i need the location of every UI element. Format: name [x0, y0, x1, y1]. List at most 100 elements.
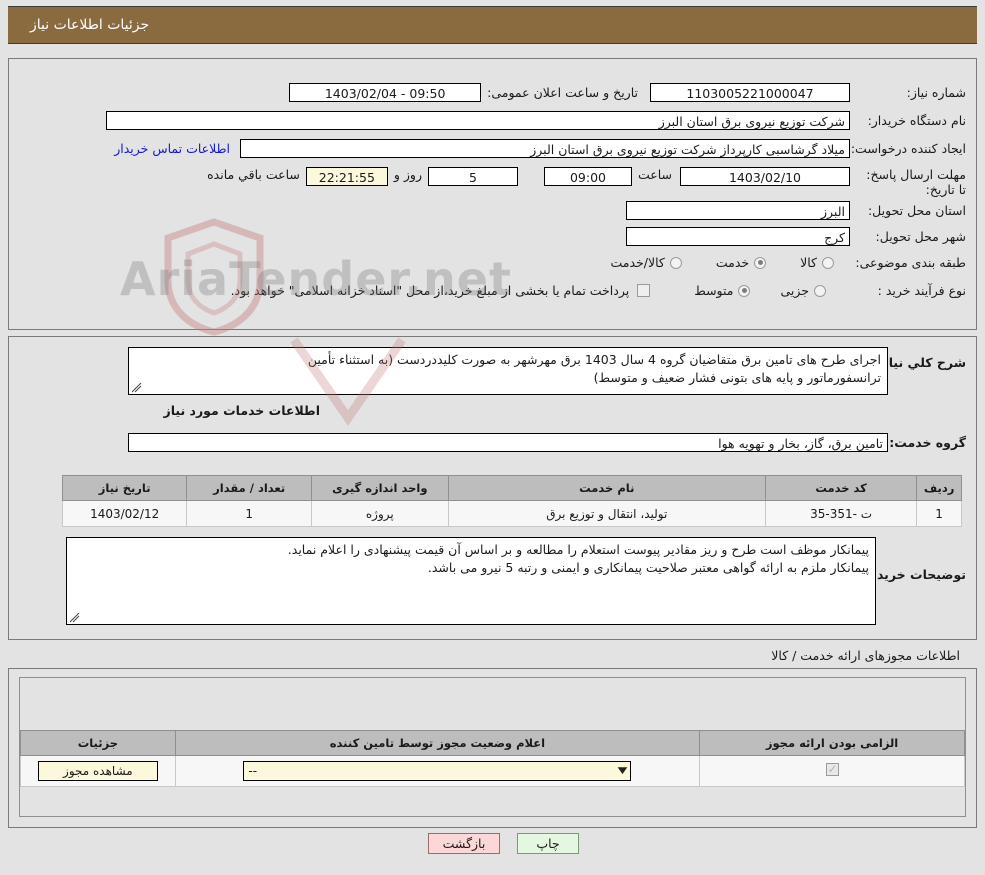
col-permit-details: جزئیات	[20, 730, 176, 756]
summary-line-2: ترانسفورماتور و پایه های بتونی فشار ضعیف…	[593, 370, 881, 385]
radio-icon[interactable]	[814, 284, 826, 297]
service-group-value[interactable]: تامین برق، گاز، بخار و تهویه هوا	[128, 433, 888, 452]
permits-panel: الزامی بودن ارائه مجوز اعلام وضعیت مجوز …	[8, 668, 977, 828]
buyer-notes-line-1: پیمانکار موظف است طرح و ریز مقادیر پیوست…	[287, 542, 869, 557]
public-announce-label: تاریخ و ساعت اعلان عمومی:	[487, 85, 638, 100]
col-row: ردیف	[916, 475, 962, 501]
print-button[interactable]: چاپ	[517, 833, 579, 854]
field-public-announcement: تاریخ و ساعت اعلان عمومی: 09:50 - 1403/0…	[289, 83, 638, 102]
table-header-row: الزامی بودن ارائه مجوز اعلام وضعیت مجوز …	[20, 730, 965, 756]
radio-category-kala-khedmat[interactable]: کالا/خدمت	[610, 255, 682, 270]
field-buyer-notes: توضیحات خریدار: پیمانکار موظف است طرح و …	[66, 537, 966, 625]
resize-grip-icon[interactable]	[70, 613, 80, 623]
field-deadline: مهلت ارسال پاسخ: تا تاریخ: 1403/02/10 سا…	[207, 167, 966, 197]
col-unit: واحد اندازه گیری	[311, 475, 449, 501]
table-header-row: ردیف کد خدمت نام خدمت واحد اندازه گیری ت…	[61, 475, 962, 501]
permits-section-heading: اطلاعات مجوزهای ارائه خدمت / کالا	[771, 648, 960, 663]
field-need-summary: شرح کلي نیاز: اجرای طرح های تامین برق مت…	[128, 347, 966, 395]
need-number-value[interactable]: 1103005221000047	[650, 83, 850, 102]
radio-label: کالا/خدمت	[610, 255, 665, 270]
province-label: استان محل تحویل:	[867, 203, 966, 218]
services-section-heading: اطلاعات خدمات مورد نیاز	[163, 403, 321, 418]
table-row: ▼ -- مشاهده مجوز	[20, 755, 965, 787]
buyer-contact-link[interactable]: اطلاعات تماس خریدار	[114, 141, 230, 156]
col-need-date: تاریخ نیاز	[61, 475, 188, 501]
category-label: طبقه بندی موضوعی:	[855, 255, 966, 270]
cell-permit-required	[699, 755, 965, 787]
buyer-notes-textarea[interactable]: پیمانکار موظف است طرح و ریز مقادیر پیوست…	[66, 537, 876, 625]
field-subject-category: طبقه بندی موضوعی: کالا خدمت کالا/خدمت	[610, 255, 966, 270]
permit-required-checkbox	[825, 762, 839, 776]
summary-line-1: اجرای طرح های تامین برق متقاضیان گروه 4 …	[307, 352, 881, 367]
radio-category-kala[interactable]: کالا	[800, 255, 834, 270]
days-remaining-value[interactable]: 5	[427, 167, 518, 186]
requester-value[interactable]: میلاد گرشاسبی کارپرداز شرکت توزیع نیروی …	[240, 139, 850, 158]
deadline-hour-value[interactable]: 09:00	[543, 167, 632, 186]
radio-process-jozei[interactable]: جزیی	[780, 283, 826, 298]
requester-label: ایجاد کننده درخواست:	[850, 141, 966, 156]
permits-box: الزامی بودن ارائه مجوز اعلام وضعیت مجوز …	[19, 677, 966, 817]
field-city: شهر محل تحویل: کرج	[626, 227, 966, 246]
checkbox-islamic-treasury[interactable]	[637, 284, 651, 297]
process-label: نوع فرآیند خرید :	[877, 283, 966, 298]
days-word-label: روز و	[393, 167, 422, 182]
service-details-panel: شرح کلي نیاز: اجرای طرح های تامین برق مت…	[8, 336, 977, 640]
resize-grip-icon[interactable]	[132, 383, 142, 393]
need-info-panel: شماره نیاز: 1103005221000047 تاریخ و ساع…	[8, 58, 977, 330]
cell-service-name: تولید، انتقال و توزیع برق	[447, 500, 766, 527]
field-service-group: گروه خدمت: تامین برق، گاز، بخار و تهویه …	[128, 433, 966, 452]
summary-textarea[interactable]: اجرای طرح های تامین برق متقاضیان گروه 4 …	[128, 347, 888, 395]
field-province: استان محل تحویل: البرز	[626, 201, 966, 220]
buyer-notes-line-2: پیمانکار ملزم به ارائه گواهی معتبر صلاحی…	[427, 560, 869, 575]
radio-label: متوسط	[694, 283, 734, 298]
chevron-down-icon[interactable]: ▼	[618, 761, 628, 781]
buyer-org-value[interactable]: شرکت توزیع نیروی برق استان البرز	[106, 111, 850, 130]
cell-need-date: 1403/02/12	[61, 500, 188, 527]
radio-process-motavaset[interactable]: متوسط	[694, 283, 751, 298]
radio-icon[interactable]	[754, 256, 767, 269]
remaining-suffix-label: ساعت باقي مانده	[207, 167, 300, 182]
col-quantity: تعداد / مقدار	[186, 475, 313, 501]
radio-icon[interactable]	[822, 256, 834, 269]
field-buyer-org: نام دستگاه خریدار: شرکت توزیع نیروی برق …	[106, 111, 966, 130]
buyer-org-label: نام دستگاه خریدار:	[867, 113, 966, 128]
need-number-label: شماره نیاز:	[906, 85, 966, 100]
cell-permit-status: ▼ --	[174, 755, 701, 787]
radio-icon[interactable]	[738, 284, 751, 297]
cell-quantity: 1	[186, 500, 313, 527]
deadline-label: مهلت ارسال پاسخ: تا تاریخ:	[866, 167, 966, 197]
radio-label: کالا	[800, 255, 817, 270]
province-value[interactable]: البرز	[626, 201, 850, 220]
time-remaining-value: 22:21:55	[305, 167, 388, 186]
permits-table: الزامی بودن ارائه مجوز اعلام وضعیت مجوز …	[20, 730, 965, 787]
permit-status-value: --	[248, 764, 258, 778]
services-table: ردیف کد خدمت نام خدمت واحد اندازه گیری ت…	[61, 475, 962, 527]
deadline-hour-label: ساعت	[637, 167, 672, 182]
radio-label: جزیی	[780, 283, 809, 298]
service-group-label: گروه خدمت:	[889, 435, 966, 450]
radio-label: خدمت	[715, 255, 750, 270]
page-title-bar: جزئیات اطلاعات نیاز	[8, 6, 977, 44]
cell-row: 1	[916, 500, 962, 527]
cell-unit: پروژه	[311, 500, 449, 527]
field-purchase-process: نوع فرآیند خرید : جزیی متوسط پرداخت تمام…	[231, 283, 966, 298]
field-requester: ایجاد کننده درخواست: میلاد گرشاسبی کارپر…	[114, 139, 966, 158]
summary-label: شرح کلي نیاز:	[876, 355, 966, 370]
cell-service-code: ت -351-35	[764, 500, 918, 527]
permit-status-select[interactable]: ▼ --	[243, 761, 632, 781]
view-permit-button[interactable]: مشاهده مجوز	[37, 761, 158, 781]
col-permit-required: الزامی بودن ارائه مجوز	[699, 730, 965, 756]
col-service-name: نام خدمت	[447, 475, 766, 501]
col-service-code: کد خدمت	[764, 475, 918, 501]
city-value[interactable]: کرج	[626, 227, 850, 246]
deadline-date-value[interactable]: 1403/02/10	[680, 167, 850, 186]
city-label: شهر محل تحویل:	[875, 229, 966, 244]
radio-icon[interactable]	[669, 256, 682, 269]
back-button[interactable]: بازگشت	[428, 833, 500, 854]
cell-permit-details: مشاهده مجوز	[20, 755, 176, 787]
page-title: جزئیات اطلاعات نیاز	[30, 17, 150, 33]
radio-category-khedmat[interactable]: خدمت	[715, 255, 767, 270]
buyer-notes-label: توضیحات خریدار:	[860, 567, 966, 582]
field-need-number: شماره نیاز: 1103005221000047	[650, 83, 966, 102]
public-announce-value[interactable]: 09:50 - 1403/02/04	[289, 83, 482, 102]
